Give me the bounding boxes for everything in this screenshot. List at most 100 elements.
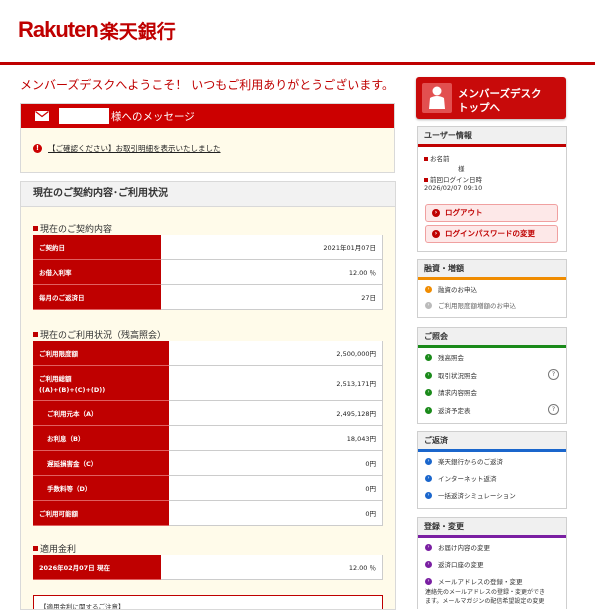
row-label: お利息（B） xyxy=(33,425,169,451)
table-row: 手数料等（D） 0円 xyxy=(33,475,383,501)
row-label: ご契約日 xyxy=(33,235,161,260)
row-label: 2026年02月07日 現在 xyxy=(33,555,161,580)
row-value: 2021年01月07日 xyxy=(161,235,383,260)
lump-sum-simulation-link[interactable]: › 一括返済シミュレーション xyxy=(425,490,516,500)
arrow-right-icon: › xyxy=(425,577,432,585)
contract-panel-title: 現在のご契約内容･ご利用状況 xyxy=(21,182,395,207)
change-registration-link[interactable]: › お届け内容の変更 xyxy=(425,542,490,552)
inquiry-title: ご照会 xyxy=(418,328,566,348)
contract-panel: 現在のご契約内容･ご利用状況 現在のご契約内容 ご契約日 2021年01月07日 … xyxy=(20,181,396,610)
logo-text-jp: 楽天銀行 xyxy=(99,20,176,43)
limit-increase-link[interactable]: › ご利用限度額増額のお申込 xyxy=(425,300,516,310)
arrow-right-icon: › xyxy=(425,285,432,293)
table-row: ご利用総額 ((A)+(B)+(C)+(D)) 2,513,171円 xyxy=(33,365,383,401)
message-title: 様へのメッセージ xyxy=(111,110,195,123)
last-login-value: 2026/02/07 09:10 xyxy=(424,184,483,192)
logo-text-en: Rakuten xyxy=(18,17,99,42)
row-label: ご利用元本（A） xyxy=(33,400,169,426)
contract-table: ご契約日 2021年01月07日 お借入利率 12.00 ％ 毎月のご返済日 27日 xyxy=(33,235,383,310)
arrow-right-icon: › xyxy=(432,209,440,217)
row-value: 2,500,000円 xyxy=(169,341,383,366)
square-bullet-icon xyxy=(33,226,38,231)
arrow-right-icon: › xyxy=(425,491,432,499)
arrow-right-icon: › xyxy=(425,543,432,551)
section-contract: 現在のご契約内容 xyxy=(33,222,112,235)
settings-box: 登録・変更 › お届け内容の変更 › 返済口座の変更 › メールアドレスの登録・変更 … xyxy=(417,517,567,609)
row-label: 遅延損害金（C） xyxy=(33,450,169,476)
user-info-title: ユーザー情報 xyxy=(418,127,566,147)
message-header: 様へのメッセージ xyxy=(21,104,394,128)
section-usage: 現在のご利用状況（残高照会） xyxy=(33,328,166,341)
message-item[interactable]: ! 【ご確認ください】お取引明細を表示いたしました xyxy=(33,143,394,154)
table-row: ご契約日 2021年01月07日 xyxy=(33,235,383,260)
rate-table: 2026年02月07日 現在 12.00 ％ xyxy=(33,555,383,580)
message-box: 様へのメッセージ ! 【ご確認ください】お取引明細を表示いたしました xyxy=(20,103,395,173)
arrow-right-icon: › xyxy=(432,230,440,238)
row-label: ご利用限度額 xyxy=(33,341,169,366)
header-bar: Rakuten 楽天銀行 xyxy=(0,0,595,65)
internet-repay-link[interactable]: › インターネット返済 xyxy=(425,473,497,483)
change-password-button[interactable]: › ログインパスワードの変更 xyxy=(425,225,558,243)
row-value: 0円 xyxy=(169,500,383,526)
row-value: 0円 xyxy=(169,475,383,501)
square-bullet-icon xyxy=(33,332,38,337)
help-icon[interactable]: ? xyxy=(548,404,559,415)
members-desk-line1: メンバーズデスク xyxy=(458,88,542,100)
name-label: お名前 xyxy=(424,153,450,163)
row-label: お借入利率 xyxy=(33,259,161,285)
billing-inquiry-link[interactable]: › 請求内容照会 xyxy=(425,387,477,397)
row-label: 毎月のご返済日 xyxy=(33,284,161,310)
email-register-link[interactable]: › メールアドレスの登録・変更 xyxy=(425,576,523,586)
usage-table: ご利用限度額 2,500,000円 ご利用総額 ((A)+(B)+(C)+(D)) 2… xyxy=(33,341,383,526)
members-desk-top-button[interactable]: メンバーズデスク トップへ xyxy=(416,77,566,119)
person-icon xyxy=(422,83,452,113)
balance-inquiry-link[interactable]: › 残高照会 xyxy=(425,352,464,362)
alert-icon: ! xyxy=(33,144,42,153)
logout-button[interactable]: › ログアウト xyxy=(425,204,558,222)
row-value: 12.00 ％ xyxy=(161,259,383,285)
loan-apply-link[interactable]: › 融資のお申込 xyxy=(425,284,477,294)
row-value: 18,043円 xyxy=(169,425,383,451)
arrow-right-icon: › xyxy=(425,388,432,396)
inquiry-box: ご照会 › 残高照会 › 取引状況照会 ? › 請求内容照会 › 返済予定表 ? xyxy=(417,327,567,424)
table-row: 2026年02月07日 現在 12.00 ％ xyxy=(33,555,383,580)
arrow-right-icon: › xyxy=(425,474,432,482)
square-bullet-icon xyxy=(33,546,38,551)
mail-icon xyxy=(35,111,49,121)
section-rate: 適用金利 xyxy=(33,542,76,555)
repay-from-rakuten-link[interactable]: › 楽天銀行からのご返済 xyxy=(425,456,503,466)
loan-box: 融資・増額 › 融資のお申込 › ご利用限度額増額のお申込 xyxy=(417,259,567,318)
row-label: ご利用可能額 xyxy=(33,500,169,526)
row-value: 2,495,128円 xyxy=(169,400,383,426)
row-value: 27日 xyxy=(161,284,383,310)
rakuten-bank-logo[interactable]: Rakuten 楽天銀行 xyxy=(18,17,176,43)
help-icon[interactable]: ? xyxy=(548,369,559,380)
repayment-schedule-link[interactable]: › 返済予定表 xyxy=(425,405,471,415)
change-account-link[interactable]: › 返済口座の変更 xyxy=(425,559,484,569)
arrow-right-icon: › xyxy=(425,371,432,379)
table-row: ご利用限度額 2,500,000円 xyxy=(33,341,383,366)
arrow-right-icon: › xyxy=(425,457,432,465)
row-label: ご利用総額 ((A)+(B)+(C)+(D)) xyxy=(33,365,169,401)
arrow-right-icon: › xyxy=(425,406,432,414)
message-link[interactable]: 【ご確認ください】お取引明細を表示いたしました xyxy=(48,143,221,154)
row-value: 2,513,171円 xyxy=(169,365,383,401)
welcome-message: メンバーズデスクへようこそ！ いつもご利用ありがとうございます。 xyxy=(20,78,395,92)
settings-desc-2: ます。メールマガジンの配信希望設定の変更 xyxy=(425,598,545,605)
row-label: 手数料等（D） xyxy=(33,475,169,501)
row-value: 12.00 ％ xyxy=(161,555,383,580)
masked-name xyxy=(59,108,109,124)
table-row: 毎月のご返済日 27日 xyxy=(33,284,383,310)
table-row: ご利用可能額 0円 xyxy=(33,500,383,526)
table-row: ご利用元本（A） 2,495,128円 xyxy=(33,400,383,426)
transaction-inquiry-link[interactable]: › 取引状況照会 xyxy=(425,370,477,380)
settings-desc-1: 連絡先のメールアドレスの登録・変更ができ xyxy=(425,589,546,596)
repay-box: ご返済 › 楽天銀行からのご返済 › インターネット返済 › 一括返済シミュレーション xyxy=(417,431,567,509)
arrow-right-icon: › xyxy=(425,353,432,361)
row-value: 0円 xyxy=(169,450,383,476)
name-suffix: 様 xyxy=(458,165,465,173)
user-info-box: ユーザー情報 お名前 様 前回ログイン日時 2026/02/07 09:10 ›… xyxy=(417,126,567,252)
repay-title: ご返済 xyxy=(418,432,566,452)
loan-title: 融資・増額 xyxy=(418,260,566,280)
table-row: お利息（B） 18,043円 xyxy=(33,425,383,451)
